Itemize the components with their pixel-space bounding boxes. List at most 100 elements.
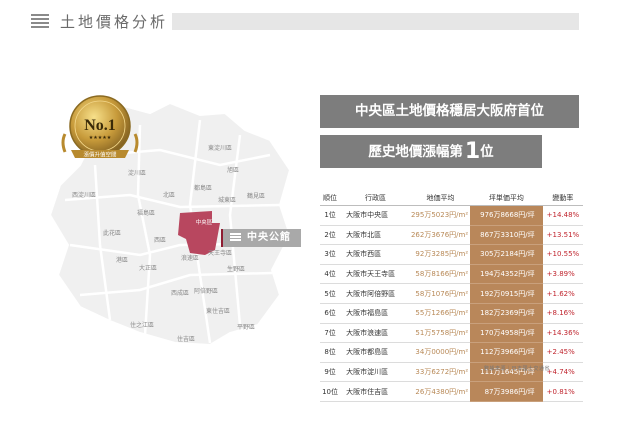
cell-tsubo: 87万3986円/坪 [470,381,543,402]
district-label: 平野區 [237,323,255,331]
cell-rank: 6位 [320,303,341,324]
subheadline-text: 歷史地價漲幅第 [368,144,463,160]
menu-lines-icon [230,233,241,243]
district-label: 住之江區 [130,321,154,329]
cell-land: 34万0000円/m² [410,342,471,363]
cell-land: 92万3285円/m² [410,244,471,265]
district-label: 浪速區 [181,254,199,262]
cell-change: +8.16% [542,303,583,324]
table-row: 5位 大阪市阿倍野區 58万1076円/m² 192万0915円/坪 +1.62% [320,283,583,304]
cell-change: +2.45% [542,342,583,363]
header-district: 行政區 [340,191,411,206]
table-row: 2位 大阪市北區 262万3676円/m² 867万3310円/坪 +13.51% [320,225,583,246]
cell-land: 262万3676円/m² [410,225,471,246]
cell-district: 大阪市住吉區 [340,381,411,402]
cell-rank: 10位 [320,381,341,402]
cell-change: +1.62% [542,283,583,304]
cell-rank: 2位 [320,225,341,246]
district-label: 福島區 [137,209,155,217]
cell-rank: 5位 [320,283,341,304]
badge-ribbon: 漲價升值空間 [83,151,117,159]
table-row: 1位 大阪市中央區 295万5023円/m² 976万8668円/坪 +14.48% [320,205,583,226]
cell-district: 大阪市西區 [340,244,411,265]
cell-district: 大阪市天王寺區 [340,264,411,285]
cell-tsubo: 182万2369円/坪 [470,303,543,324]
district-label: 旭區 [227,166,239,174]
cell-change: +14.36% [542,323,583,344]
cell-change: +3.89% [542,264,583,285]
cell-land: 33万6272円/m² [410,362,471,383]
table-header-row: 順位 行政區 地価平均 坪単価平均 變動率 [320,191,583,206]
cell-district: 大阪市阿倍野區 [340,283,411,304]
header-change: 變動率 [542,191,583,206]
badge-no1: No.1 [84,117,116,134]
cell-change: +13.51% [542,225,583,246]
cell-tsubo: 192万0915円/坪 [470,283,543,304]
cell-tsubo: 112万3966円/坪 [470,342,543,363]
table-row: 7位 大阪市浪速區 51万5758円/m² 170万4958円/坪 +14.36% [320,323,583,344]
cell-change: +10.55% [542,244,583,265]
district-label: 生野區 [227,265,245,273]
subheadline-number: 1 [464,139,481,164]
district-label: 大正區 [139,264,157,272]
district-label: 西區 [154,237,166,244]
cell-land: 58万1076円/m² [410,283,471,304]
district-label: 東淀川區 [208,144,232,152]
table-row: 10位 大阪市住吉區 26万4380円/m² 87万3986円/坪 +0.81% [320,381,583,402]
no1-badge: No.1 ★★★★★ 漲價升值空間 [61,95,139,159]
cell-rank: 9位 [320,362,341,383]
badge-stars: ★★★★★ [89,135,112,141]
district-label: 港區 [116,256,128,264]
table-row: 3位 大阪市西區 92万3285円/m² 305万2184円/坪 +10.55% [320,244,583,265]
cell-district: 大阪市都島區 [340,342,411,363]
cell-land: 26万4380円/m² [410,381,471,402]
cell-tsubo: 170万4958円/坪 [470,323,543,344]
headline-banner: 中央區土地價格穩居大阪府首位 [320,95,579,128]
data-source: 數據來源｜日本國土交通省 [484,366,551,372]
cell-tsubo: 305万2184円/坪 [470,244,543,265]
cell-land: 58万8166円/m² [410,264,471,285]
callout-label: 中央公館 [247,232,291,243]
district-label: 西淀川區 [72,191,96,199]
header-bar [172,13,579,30]
cell-change: +0.81% [542,381,583,402]
header-land-price: 地価平均 [410,191,471,206]
subheadline-banner: 歷史地價漲幅第1位 [320,135,542,168]
table-row: 6位 大阪市福島區 55万1266円/m² 182万2369円/坪 +8.16% [320,303,583,324]
district-label: 天王寺區 [208,249,232,257]
cell-rank: 8位 [320,342,341,363]
page-title: 土地價格分析 [60,13,169,31]
cell-tsubo: 194万4352円/坪 [470,264,543,285]
cell-district: 大阪市淀川區 [340,362,411,383]
cell-district: 大阪市北區 [340,225,411,246]
district-label: 都島區 [194,184,212,192]
cell-tsubo: 976万8668円/坪 [470,205,543,226]
subheadline-suffix: 位 [480,144,494,160]
district-label: 中央區 [196,218,213,226]
cell-land: 55万1266円/m² [410,303,471,324]
cell-rank: 4位 [320,264,341,285]
district-label: 東住吉區 [206,307,230,315]
chuo-koukan-callout: 中央公館 [221,229,301,247]
cell-district: 大阪市福島區 [340,303,411,324]
cell-land: 51万5758円/m² [410,323,471,344]
cell-district: 大阪市中央區 [340,205,411,226]
cell-district: 大阪市浪速區 [340,323,411,344]
cell-land: 295万5023円/m² [410,205,471,226]
cell-tsubo: 867万3310円/坪 [470,225,543,246]
district-label: 鶴見區 [247,192,265,200]
menu-lines-icon [31,14,49,30]
cell-rank: 3位 [320,244,341,265]
cell-rank: 7位 [320,323,341,344]
district-label: 北區 [163,191,175,199]
cell-change: +14.48% [542,205,583,226]
district-label: 此花區 [103,229,121,237]
district-label: 阿倍野區 [194,287,218,295]
district-label: 西成區 [171,289,189,297]
district-label: 城東區 [218,196,236,204]
cell-rank: 1位 [320,205,341,226]
header-tsubo-price: 坪単価平均 [470,191,543,206]
table-row: 4位 大阪市天王寺區 58万8166円/m² 194万4352円/坪 +3.89% [320,264,583,285]
header-rank: 順位 [320,191,341,206]
table-row: 8位 大阪市都島區 34万0000円/m² 112万3966円/坪 +2.45% [320,342,583,363]
